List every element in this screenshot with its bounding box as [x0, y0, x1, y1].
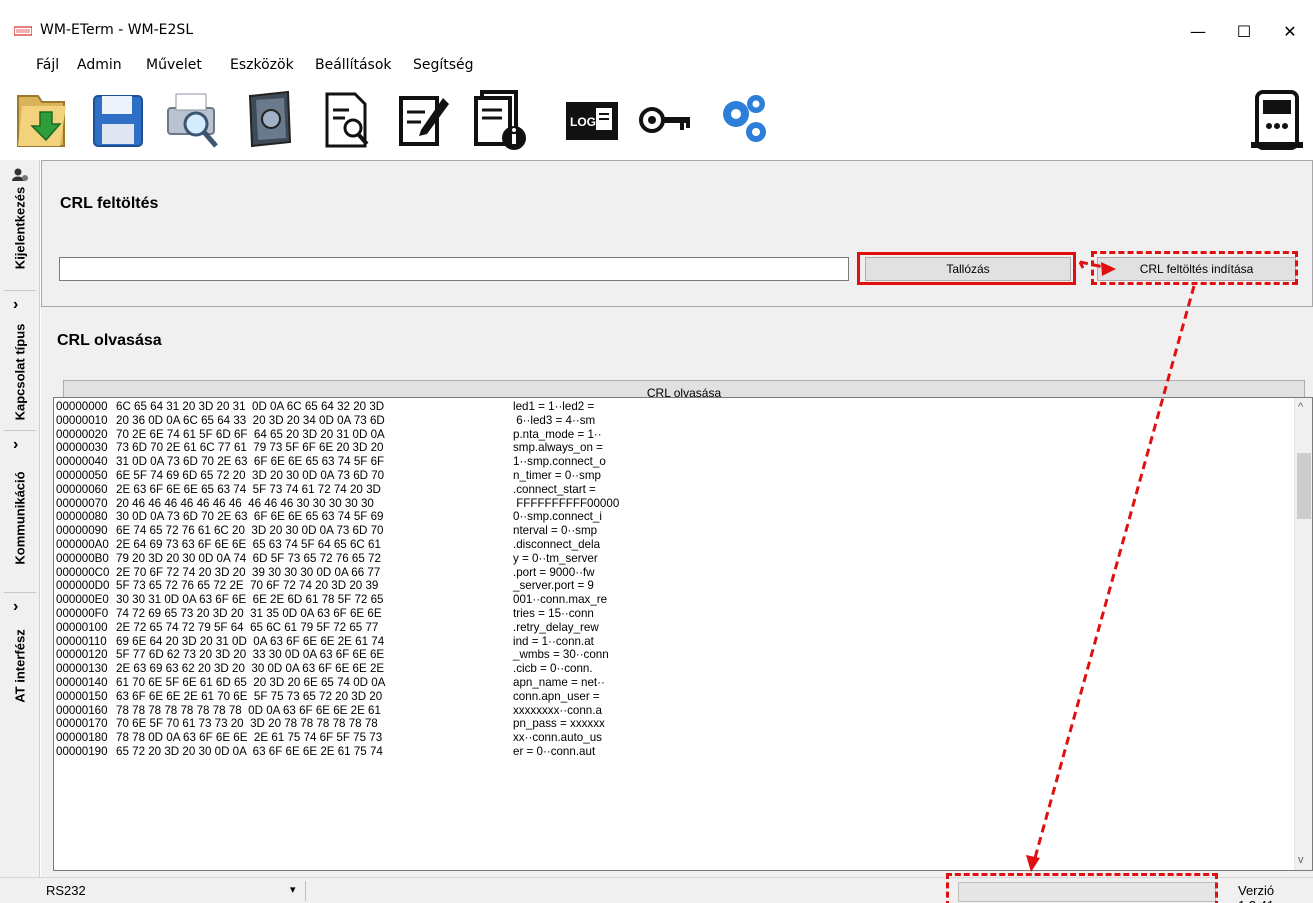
arrow-head-icon — [1026, 855, 1040, 872]
arrow-head-icon — [1101, 262, 1116, 276]
annotation-arrows — [1026, 260, 1196, 872]
